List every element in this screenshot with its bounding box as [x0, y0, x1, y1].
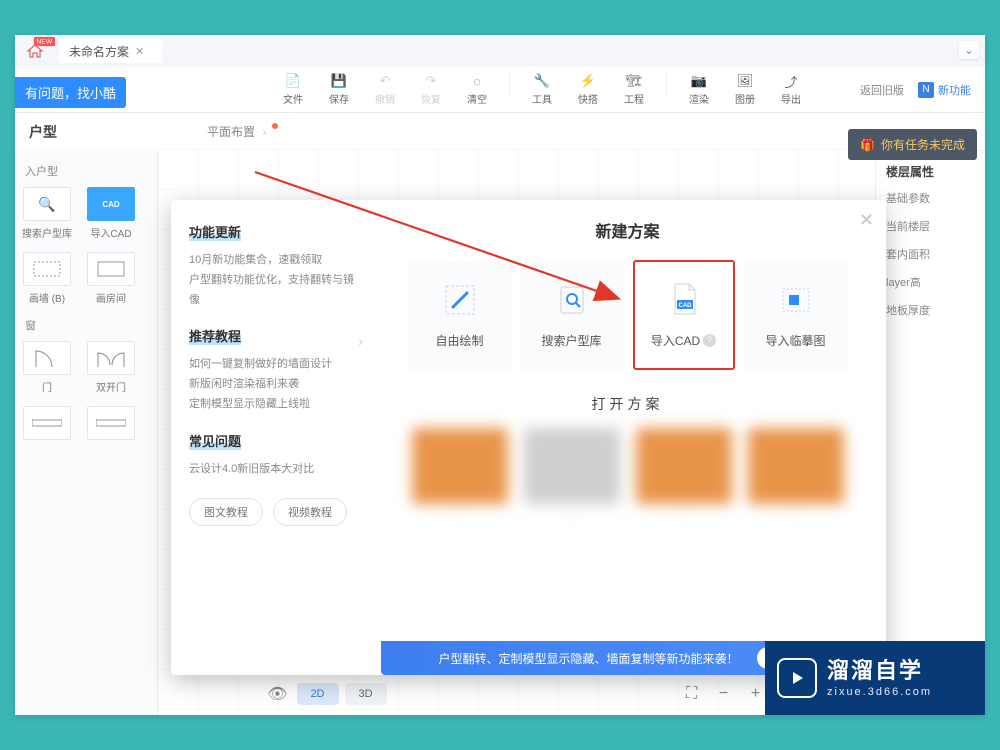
back-old-link[interactable]: 返回旧版 — [860, 82, 904, 98]
search-icon: 🔍 — [38, 196, 55, 213]
close-icon[interactable]: ✕ — [135, 45, 144, 58]
video-tutorial-button[interactable]: 视频教程 — [273, 498, 347, 526]
text-tutorial-button[interactable]: 图文教程 — [189, 498, 263, 526]
svg-text:CAD: CAD — [678, 303, 692, 309]
new-feature-button[interactable]: N 新功能 — [918, 82, 971, 98]
play-icon — [777, 658, 817, 698]
sidebar-tile-generic-1[interactable] — [21, 406, 73, 440]
sidebar-tile-wall[interactable]: 画墙 (B) — [21, 252, 73, 305]
eye-icon[interactable]: 👁 — [264, 684, 290, 704]
pencil-icon — [442, 282, 478, 318]
properties-panel: 楼层属性 基础参数 当前楼层 套内面积 layer高 地板厚度 — [875, 149, 985, 715]
clear-button[interactable]: ◌清空 — [463, 73, 491, 106]
sidebar-tile-door[interactable]: 门 — [21, 341, 73, 394]
recent-thumb[interactable] — [524, 428, 620, 504]
render-button[interactable]: 📷渲染 — [685, 73, 713, 106]
recent-thumb[interactable] — [636, 428, 732, 504]
save-button[interactable]: 💾保存 — [325, 73, 353, 106]
modal-sidebar: 功能更新 10月新功能集合，速戳领取 户型翻转功能优化，支持翻转与镜像 推荐教程… — [171, 200, 381, 675]
task-pending-pill[interactable]: 🎁 你有任务未完成 — [848, 129, 977, 160]
search-icon — [554, 282, 590, 318]
image-icon — [778, 282, 814, 318]
file-button[interactable]: 📄文件 — [279, 73, 307, 106]
banner-text: 户型翻转、定制模型显示隐藏、墙面复制等新功能来袭！ — [438, 650, 738, 667]
home-tab-icon[interactable]: NEW — [19, 40, 51, 62]
section-title: 户型 — [29, 122, 57, 142]
open-project-title: 打开方案 — [391, 394, 864, 414]
sidebar-tile-room[interactable]: 画房间 — [85, 252, 137, 305]
project-tab[interactable]: 未命名方案 ✕ — [59, 39, 162, 63]
new-badge: NEW — [34, 37, 55, 46]
brand-url: zixue.3d66.com — [827, 685, 932, 699]
quick-button[interactable]: ⚡快搭 — [574, 73, 602, 106]
project-button[interactable]: 🏗工程 — [620, 73, 648, 106]
section-updates-heading: 功能更新 — [189, 222, 241, 241]
zoom-out-icon[interactable]: − — [711, 685, 737, 703]
view-3d-button[interactable]: 3D — [345, 683, 387, 705]
sidebar-tile-double-door[interactable]: 双开门 — [85, 341, 137, 394]
notification-dot-icon — [272, 123, 278, 129]
tutorial-line[interactable]: 如何一键复制做好的墙面设计 — [189, 355, 363, 375]
gift-icon: 🎁 — [860, 138, 875, 152]
tab-title: 未命名方案 — [69, 43, 129, 60]
section-faq-heading: 常见问题 — [189, 431, 241, 450]
sidebar-tile-cad[interactable]: CAD 导入CAD — [85, 187, 137, 240]
tutorial-line[interactable]: 新版闲时渲染福利来袭 — [189, 375, 363, 395]
watermark-brand: 溜溜自学 zixue.3d66.com — [765, 641, 985, 715]
cad-file-icon: CAD — [666, 282, 702, 318]
left-sidebar: 入户型 🔍 搜索户型库 CAD 导入CAD 画墙 (B) 画房间 — [15, 149, 158, 715]
update-line[interactable]: 10月新功能集合，速戳领取 — [189, 251, 363, 271]
n-icon: N — [918, 82, 934, 98]
export-button[interactable]: ⤴导出 — [777, 73, 805, 106]
recent-thumb[interactable] — [748, 428, 844, 504]
update-line[interactable]: 户型翻转功能优化，支持翻转与镜像 — [189, 271, 363, 311]
option-import-trace[interactable]: 导入临摹图 — [745, 260, 847, 370]
tab-strip: NEW 未命名方案 ✕ ⌄ — [15, 35, 985, 67]
recent-projects-row — [391, 428, 864, 504]
tool-button[interactable]: 🔧工具 — [528, 73, 556, 106]
help-cta-button[interactable]: 有问题，找小酷 — [15, 77, 126, 108]
close-icon[interactable]: ✕ — [859, 210, 874, 231]
chevron-right-icon[interactable]: › — [358, 333, 363, 349]
faq-line[interactable]: 云设计4.0新旧版本大对比 — [189, 460, 363, 480]
redo-button[interactable]: ↷恢复 — [417, 73, 445, 106]
secondary-bar: 户型 平面布置 › — [15, 113, 985, 151]
help-icon[interactable]: ? — [703, 334, 716, 347]
main-toolbar: 📄文件 💾保存 ↶撤销 ↷恢复 ◌清空 🔧工具 ⚡快搭 🏗工程 📷渲染 🖼图册 … — [15, 67, 985, 113]
album-button[interactable]: 🖼图册 — [731, 73, 759, 106]
sidebar-tile-search[interactable]: 🔍 搜索户型库 — [21, 187, 73, 240]
sidebar-tile-generic-2[interactable] — [85, 406, 137, 440]
tutorial-line[interactable]: 定制模型显示隐藏上线啦 — [189, 395, 363, 415]
section-tutorials-heading: 推荐教程 — [189, 326, 241, 345]
view-2d-button[interactable]: 2D — [296, 683, 338, 705]
new-project-modal: 功能更新 10月新功能集合，速戳领取 户型翻转功能优化，支持翻转与镜像 推荐教程… — [171, 200, 886, 675]
breadcrumb[interactable]: 平面布置 › — [207, 123, 278, 140]
expand-chevron-icon[interactable]: ⌄ — [959, 41, 979, 59]
brand-name: 溜溜自学 — [827, 657, 932, 686]
option-free-draw[interactable]: 自由绘制 — [409, 260, 511, 370]
undo-button[interactable]: ↶撤销 — [371, 73, 399, 106]
panel-title: 楼层属性 — [886, 163, 975, 180]
focus-icon[interactable]: ⛶ — [679, 685, 705, 703]
view-controls: 👁 2D 3D ⛶ − + — [264, 683, 768, 705]
recent-thumb[interactable] — [412, 428, 508, 504]
sidebar-section-title-2: 窗 — [25, 317, 151, 333]
option-import-cad[interactable]: CAD 导入CAD ? — [633, 260, 735, 370]
chevron-right-icon: › — [262, 125, 266, 139]
modal-title: 新建方案 — [391, 218, 864, 242]
sidebar-section-title: 入户型 — [25, 163, 151, 179]
modal-main: ✕ 新建方案 自由绘制 搜索户型库 CAD — [381, 200, 886, 675]
option-search-library[interactable]: 搜索户型库 — [521, 260, 623, 370]
